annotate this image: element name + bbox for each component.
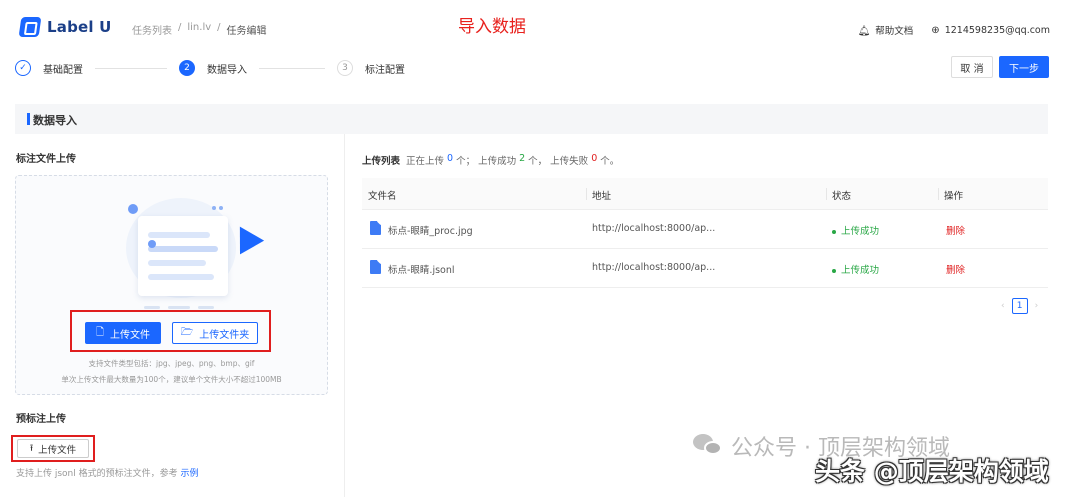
panel-divider: [344, 134, 345, 497]
breadcrumb-separator: /: [178, 22, 182, 33]
step-indicator: ✓ 基础配置 2 数据导入 3 标注配置: [15, 58, 435, 78]
toutiao-watermark: 头条 @顶层架构领域: [815, 457, 1049, 486]
annotation-title: 导入数据: [458, 17, 526, 37]
status-badge: 上传成功: [832, 262, 879, 276]
pre-annotation-hint: 支持上传 jsonl 格式的预标注文件，参考 示例: [16, 466, 199, 479]
step-connector: [95, 67, 167, 69]
pre-upload-label: 上传文件: [38, 444, 77, 456]
upload-list-label: 上传列表: [362, 156, 401, 167]
supported-types-hint: 支持文件类型包括：jpg、jpeg、png、bmp、gif: [88, 359, 255, 368]
top-right-menu: 🔔︎ 帮助文档 ⊕ 1214598235@qq.com: [858, 23, 1050, 38]
prev-page-icon[interactable]: ‹: [1001, 301, 1005, 311]
uploading-label: 正在上传: [406, 156, 445, 167]
user-menu[interactable]: ⊕ 1214598235@qq.com: [931, 25, 1050, 36]
upload-icon: ⭱: [29, 442, 34, 454]
table-row: 标点-眼睛.jsonl http://localhost:8000/ap... …: [362, 249, 1048, 288]
column-status: 状态: [832, 191, 852, 202]
app-logo[interactable]: Label U: [18, 17, 112, 37]
status-text: 上传成功: [841, 265, 880, 276]
status-dot-icon: [832, 229, 836, 234]
step-2-label: 数据导入: [207, 64, 247, 76]
status-badge: 上传成功: [832, 223, 879, 237]
section-accent-bar: [27, 113, 30, 125]
step-3-number: 3: [337, 60, 353, 76]
bell-icon: 🔔︎: [857, 26, 871, 37]
cancel-button[interactable]: 取 消: [951, 56, 993, 78]
upload-limit-hint: 单次上传文件最大数量为100个，建议单个文件大小不超过100MB: [61, 375, 282, 384]
status-text: 上传成功: [841, 226, 880, 237]
column-filename: 文件名: [368, 191, 397, 202]
step-2-number: 2: [179, 60, 195, 76]
uploading-count: 0: [447, 153, 454, 164]
failed-suffix: 个。: [600, 156, 620, 167]
next-step-button[interactable]: 下一步: [999, 56, 1049, 78]
delete-button[interactable]: 删除: [946, 223, 965, 237]
pagination: ‹ 1 ›: [1001, 298, 1038, 314]
user-email: 1214598235@qq.com: [944, 24, 1050, 36]
step-3-label: 标注配置: [365, 64, 405, 76]
folder-icon: 🗁: [180, 326, 194, 338]
breadcrumb-task-list[interactable]: 任务列表: [132, 22, 172, 37]
table-header: 文件名 地址 状态 操作: [362, 178, 1048, 210]
help-docs-label: 帮助文档: [875, 26, 914, 37]
upload-file-label: 上传文件: [110, 329, 151, 341]
upload-summary: 上传列表 正在上传 0 个； 上传成功 2 个， 上传失败 0 个。: [362, 153, 619, 167]
breadcrumb-separator: /: [217, 22, 221, 33]
page-number[interactable]: 1: [1011, 298, 1028, 314]
pre-annotation-upload-button[interactable]: ⭱ 上传文件: [17, 439, 89, 458]
column-actions: 操作: [944, 191, 964, 202]
step-connector: [259, 67, 325, 69]
example-link[interactable]: 示例: [181, 469, 199, 479]
uploading-suffix: 个；: [456, 156, 476, 167]
upload-folder-button[interactable]: 🗁 上传文件夹: [172, 322, 258, 344]
success-label: 上传成功: [478, 156, 517, 167]
pre-hint-text: 支持上传 jsonl 格式的预标注文件，参考: [16, 469, 178, 479]
upload-panel-title: 标注文件上传: [16, 154, 76, 165]
success-count: 2: [519, 153, 526, 164]
step-1-label: 基础配置: [43, 64, 83, 76]
file-name: 标点-眼睛_proc.jpg: [388, 226, 473, 237]
delete-button[interactable]: 删除: [946, 262, 965, 276]
breadcrumb: 任务列表 / lin.lv / 任务编辑: [132, 22, 267, 37]
section-title: 数据导入: [33, 114, 77, 127]
file-name: 标点-眼睛.jsonl: [388, 265, 455, 276]
section-header: 数据导入: [15, 104, 1048, 134]
failed-label: 上传失败: [550, 156, 589, 167]
file-url: http://localhost:8000/ap...: [592, 262, 716, 273]
user-icon: ⊕: [931, 24, 940, 36]
file-icon: [370, 221, 381, 235]
file-icon: 🗋: [95, 326, 105, 338]
success-suffix: 个，: [528, 156, 548, 167]
upload-table: 文件名 地址 状态 操作 标点-眼睛_proc.jpg http://local…: [362, 178, 1048, 288]
table-row: 标点-眼睛_proc.jpg http://localhost:8000/ap.…: [362, 210, 1048, 249]
status-dot-icon: [832, 268, 836, 273]
top-bar: Label U 任务列表 / lin.lv / 任务编辑 导入数据 🔔︎ 帮助文档…: [0, 0, 1080, 56]
logo-text: Label U: [47, 18, 112, 36]
file-url: http://localhost:8000/ap...: [592, 223, 716, 234]
breadcrumb-current: 任务编辑: [226, 26, 267, 37]
upload-illustration: [114, 194, 265, 309]
next-page-icon[interactable]: ›: [1035, 301, 1039, 311]
help-docs-link[interactable]: 🔔︎ 帮助文档: [858, 23, 914, 37]
upload-folder-label: 上传文件夹: [199, 329, 250, 341]
upload-file-button[interactable]: 🗋 上传文件: [85, 322, 161, 344]
column-url: 地址: [592, 191, 612, 202]
pre-annotation-title: 预标注上传: [16, 414, 66, 425]
breadcrumb-task-name[interactable]: lin.lv: [187, 22, 211, 37]
step-1-check-icon: ✓: [15, 60, 31, 76]
failed-count: 0: [591, 153, 598, 164]
file-icon: [370, 260, 381, 274]
logo-icon: [18, 17, 42, 37]
wechat-icon: [693, 434, 723, 458]
